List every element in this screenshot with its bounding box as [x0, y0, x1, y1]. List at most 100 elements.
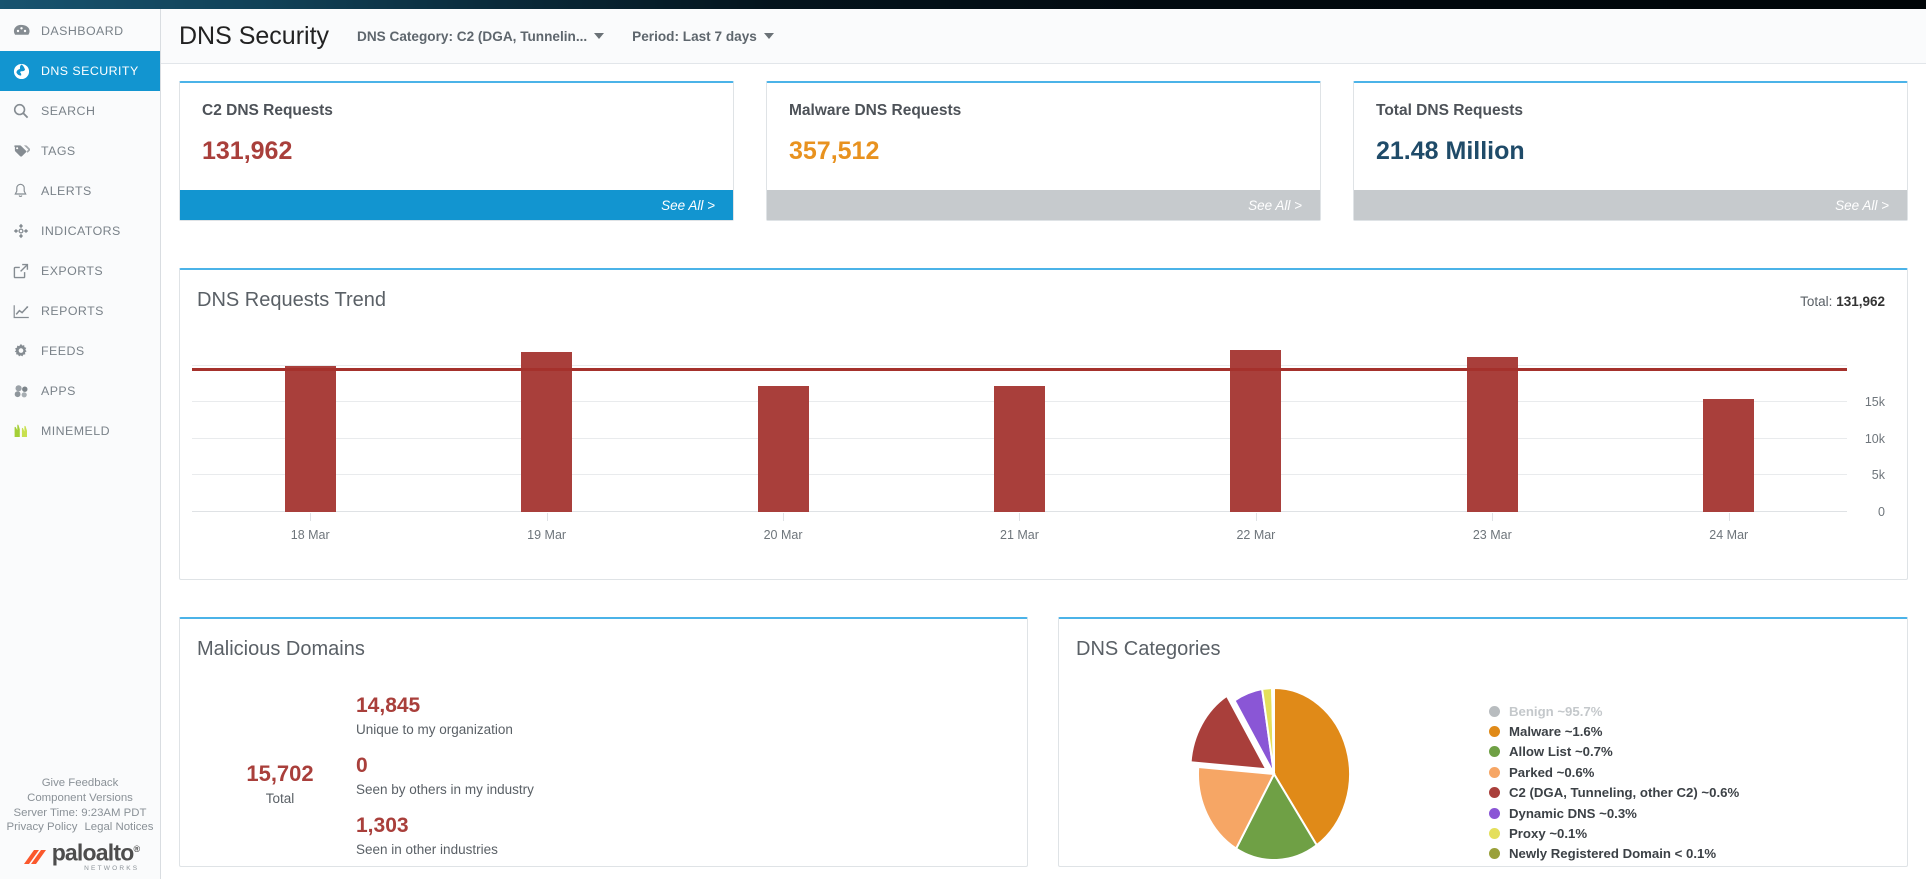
c2-dns-requests-card: C2 DNS Requests 131,962 See All >	[179, 81, 734, 221]
trend-bar[interactable]	[1703, 399, 1755, 512]
y-axis-label: 10k	[1864, 431, 1885, 446]
stat-card-title: Total DNS Requests	[1376, 102, 1523, 119]
stat-card-title: C2 DNS Requests	[202, 102, 333, 119]
sidebar-item-label: SEARCH	[41, 104, 96, 118]
paloalto-logo-mark	[23, 850, 46, 865]
trend-panel-header: DNS Requests Trend Total: 131,962	[180, 270, 1907, 312]
bottom-panel-row: Malicious Domains 15,702 Total 14,845 Un…	[179, 617, 1908, 867]
period-dropdown[interactable]: Period: Last 7 days	[632, 29, 774, 44]
legend-item[interactable]: C2 (DGA, Tunneling, other C2) ~0.6%	[1489, 783, 1739, 803]
x-axis-tick	[546, 513, 548, 521]
trend-plot-area: 18 Mar 19 Mar 20 Mar 21 Mar 22 Mar 23 Mar 24 M…	[192, 329, 1847, 542]
x-axis-label: 19 Mar	[527, 528, 567, 542]
malicious-domains-total: 15,702 Total	[226, 761, 334, 806]
see-all-button[interactable]: See All >	[1354, 190, 1907, 220]
trend-bar[interactable]	[757, 386, 809, 512]
legend-label: Allow List ~0.7%	[1509, 744, 1613, 760]
trend-bar[interactable]	[521, 352, 573, 512]
minemeld-icon	[13, 422, 37, 440]
legend-color-dot	[1489, 726, 1500, 738]
item-label: Seen by others in my industry	[356, 782, 534, 797]
paloalto-logo: paloalto® NETWORKS	[0, 838, 160, 877]
sidebar-item-dns-security[interactable]: DNS SECURITY	[0, 51, 160, 91]
page-title: DNS Security	[179, 21, 330, 50]
trend-bar-slot: 24 Mar	[1611, 329, 1847, 542]
sidebar-item-label: DNS SECURITY	[41, 64, 139, 78]
sidebar-item-label: APPS	[41, 384, 76, 398]
gear-icon	[13, 342, 37, 360]
sidebar-item-exports[interactable]: EXPORTS	[0, 251, 160, 291]
sidebar-item-label: ALERTS	[41, 184, 92, 198]
main-content: C2 DNS Requests 131,962 See All > Malwar…	[161, 64, 1926, 879]
privacy-policy-link[interactable]: Privacy Policy	[7, 820, 78, 835]
give-feedback-link[interactable]: Give Feedback	[42, 777, 119, 789]
dns-categories-header: DNS Categories	[1059, 619, 1907, 661]
sidebar-item-feeds[interactable]: FEEDS	[0, 331, 160, 371]
list-item: 0 Seen by others in my industry	[356, 753, 534, 797]
trend-bar[interactable]	[1466, 356, 1518, 512]
x-axis-tick	[1019, 513, 1021, 521]
see-all-button[interactable]: See All >	[180, 190, 733, 220]
item-value: 14,845	[356, 694, 421, 717]
legend-label: C2 (DGA, Tunneling, other C2) ~0.6%	[1509, 785, 1740, 801]
trend-bar[interactable]	[1230, 350, 1282, 512]
legend-label: Proxy ~0.1%	[1509, 826, 1588, 842]
crosshair-icon	[13, 222, 37, 240]
x-axis-tick	[1255, 513, 1257, 521]
sidebar-item-apps[interactable]: APPS	[0, 371, 160, 411]
x-axis-tick	[1728, 513, 1730, 521]
legend-item[interactable]: Parked ~0.6%	[1489, 762, 1739, 782]
legend-item[interactable]: Malware ~1.6%	[1489, 721, 1739, 741]
dns-requests-trend-chart: 18 Mar 19 Mar 20 Mar 21 Mar 22 Mar 23 Mar 24 M…	[192, 329, 1889, 544]
sidebar-item-dashboard[interactable]: DASHBOARD	[0, 11, 160, 51]
sidebar-item-label: DASHBOARD	[41, 24, 124, 38]
component-versions-link[interactable]: Component Versions	[27, 792, 133, 804]
legend-item[interactable]: Benign ~95.7%	[1489, 701, 1739, 721]
stat-card-value: 21.48 Million	[1376, 137, 1525, 165]
trend-bar[interactable]	[284, 366, 336, 512]
y-axis-label: 15k	[1864, 395, 1885, 410]
trend-total-value: 131,962	[1836, 294, 1885, 309]
sidebar-item-indicators[interactable]: INDICATORS	[0, 211, 160, 251]
chevron-down-icon	[594, 33, 605, 39]
legend-item[interactable]: Proxy ~0.1%	[1489, 823, 1739, 843]
dns-categories-body: Benign ~95.7% Malware ~1.6% Allow List ~0.…	[1059, 661, 1907, 861]
legend-item[interactable]: Allow List ~0.7%	[1489, 742, 1739, 762]
legal-notices-link[interactable]: Legal Notices	[84, 820, 153, 835]
x-axis-label: 20 Mar	[763, 528, 803, 542]
malicious-domains-title: Malicious Domains	[197, 638, 365, 660]
legend-label: Parked ~0.6%	[1509, 764, 1595, 780]
legend-color-dot	[1489, 807, 1500, 819]
sidebar-item-minemeld[interactable]: MINEMELD	[0, 411, 160, 451]
legend-item[interactable]: Newly Registered Domain < 0.1%	[1489, 844, 1739, 864]
x-axis-tick	[783, 513, 785, 521]
stat-card-row: C2 DNS Requests 131,962 See All > Malwar…	[179, 81, 1908, 221]
sidebar-item-label: MINEMELD	[41, 424, 111, 438]
dns-categories-legend: Benign ~95.7% Malware ~1.6% Allow List ~0.…	[1489, 675, 1739, 861]
trend-average-line	[192, 368, 1847, 372]
sidebar-item-label: TAGS	[41, 144, 76, 158]
trend-bar[interactable]	[993, 386, 1045, 512]
x-axis-label: 18 Mar	[290, 528, 330, 542]
legend-color-dot	[1489, 848, 1500, 860]
sidebar-item-label: FEEDS	[41, 344, 85, 358]
x-axis-tick	[1492, 513, 1494, 521]
sidebar-footer: Give Feedback Component Versions Server …	[0, 776, 160, 879]
x-axis-label: 23 Mar	[1472, 528, 1512, 542]
total-value: 15,702	[246, 760, 314, 786]
dashboard-icon	[13, 22, 37, 40]
see-all-button[interactable]: See All >	[767, 190, 1320, 220]
malicious-domains-panel: Malicious Domains 15,702 Total 14,845 Un…	[179, 617, 1028, 867]
stat-card-value: 131,962	[202, 137, 293, 165]
bell-icon	[13, 182, 37, 200]
dns-category-dropdown[interactable]: DNS Category: C2 (DGA, Tunnelin...	[357, 29, 605, 44]
sidebar-item-tags[interactable]: TAGS	[0, 131, 160, 171]
malicious-domains-header: Malicious Domains	[180, 619, 1027, 661]
legend-item[interactable]: Dynamic DNS ~0.3%	[1489, 803, 1739, 823]
sidebar-item-search[interactable]: SEARCH	[0, 91, 160, 131]
sidebar-item-alerts[interactable]: ALERTS	[0, 171, 160, 211]
dns-categories-pie-wrap	[1059, 675, 1489, 861]
sidebar-item-reports[interactable]: REPORTS	[0, 291, 160, 331]
dns-categories-pie-chart	[1189, 686, 1351, 861]
dns-requests-trend-panel: DNS Requests Trend Total: 131,962 18 Mar…	[179, 268, 1908, 580]
